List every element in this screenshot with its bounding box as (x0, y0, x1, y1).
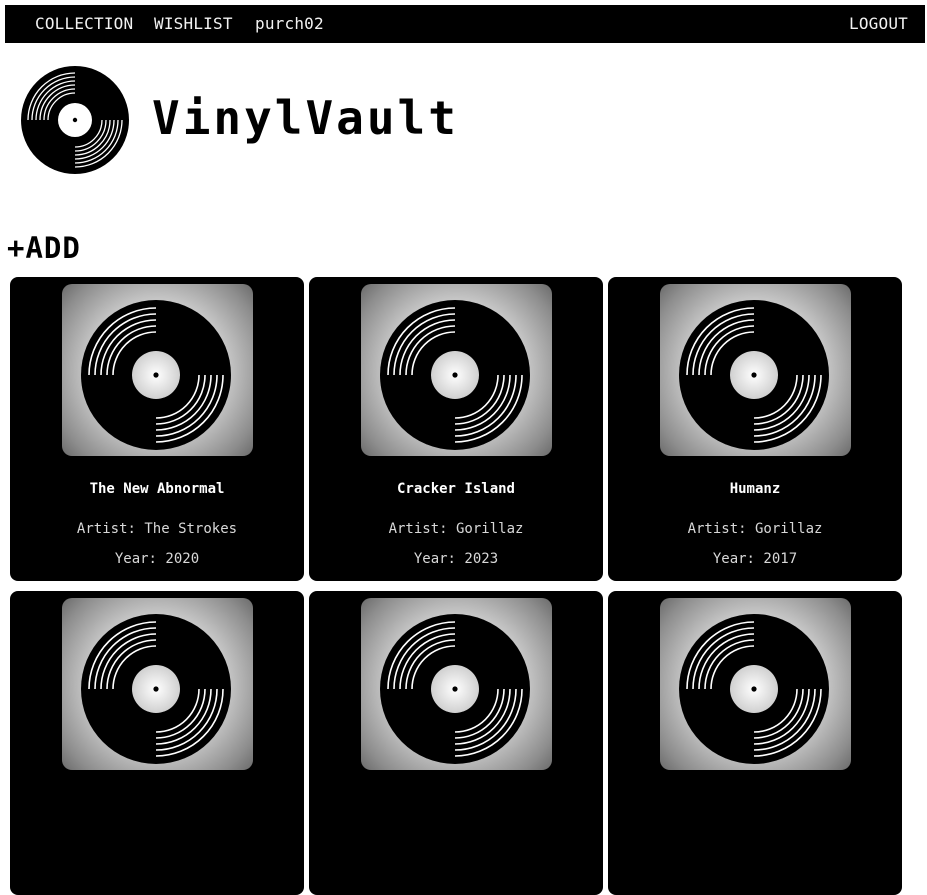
album-year: Year: 2023 (413, 551, 499, 567)
nav-collection-link[interactable]: COLLECTION (35, 5, 133, 43)
nav-wishlist-link[interactable]: WISHLIST (154, 5, 233, 43)
album-card[interactable] (608, 591, 902, 895)
album-cover-image (660, 598, 851, 770)
brand-title: VinylVault (152, 91, 459, 145)
add-album-button[interactable]: +ADD (7, 228, 81, 268)
album-card[interactable] (309, 591, 603, 895)
album-year: Year: 2020 (114, 551, 200, 567)
album-title: The New Abnormal (89, 481, 225, 497)
album-year: Year: 2017 (712, 551, 798, 567)
album-artist: Artist: Gorillaz (388, 521, 524, 537)
album-card[interactable]: Humanz Artist: Gorillaz Year: 2017 (608, 277, 902, 581)
top-navbar: COLLECTION WISHLIST purch02 LOGOUT (5, 5, 925, 43)
album-card[interactable]: Cracker Island Artist: Gorillaz Year: 20… (309, 277, 603, 581)
album-artist: Artist: Gorillaz (687, 521, 823, 537)
album-cover-image (660, 284, 851, 456)
nav-logout-link[interactable]: LOGOUT (849, 5, 908, 43)
vinyl-record-icon (20, 65, 130, 175)
album-title: Humanz (729, 481, 781, 497)
album-title: Cracker Island (396, 481, 515, 497)
album-card[interactable]: The New Abnormal Artist: The Strokes Yea… (10, 277, 304, 581)
album-artist: Artist: The Strokes (76, 521, 238, 537)
album-cover-image (62, 598, 253, 770)
album-cover-image (361, 284, 552, 456)
album-cover-image (62, 284, 253, 456)
album-card[interactable] (10, 591, 304, 895)
album-cover-image (361, 598, 552, 770)
nav-username-link[interactable]: purch02 (255, 5, 324, 43)
